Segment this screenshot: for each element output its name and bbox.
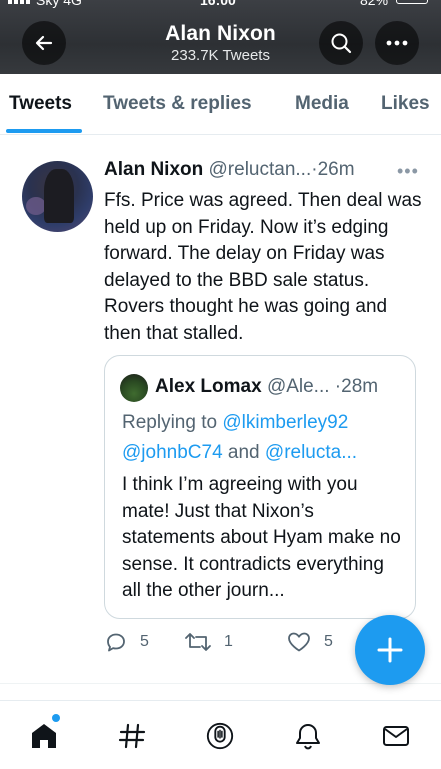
nav-explore[interactable]	[117, 719, 147, 753]
tweet-count: 233.7K Tweets	[171, 47, 270, 64]
clock: 16:00	[200, 0, 236, 8]
replying-prefix: Replying to	[122, 412, 218, 433]
tweet[interactable]: Alan Nixon @reluctan...·26m ••• Ffs. Pri…	[0, 135, 441, 683]
quoted-avatar	[120, 374, 148, 402]
nav-home[interactable]	[29, 719, 59, 753]
separator-dot: ·	[329, 376, 342, 397]
search-icon	[331, 33, 352, 54]
quoted-tweet-text: I think I’m agreeing with you mate! Just…	[122, 474, 401, 601]
compose-tweet-button[interactable]	[355, 615, 425, 685]
quoted-tweet-time: 28m	[341, 376, 379, 397]
nav-notifications[interactable]	[293, 719, 323, 753]
carrier-label: Sky 4G	[36, 0, 82, 8]
notifications-bell-icon	[296, 724, 320, 750]
heart-icon	[288, 632, 310, 652]
mention-link[interactable]: @relucta...	[265, 442, 357, 463]
messages-envelope-icon	[383, 726, 409, 746]
spaces-icon	[206, 722, 234, 750]
quoted-tweet[interactable]: Alex Lomax @Ale... ·28m Replying to @lki…	[104, 355, 416, 619]
tweet-menu-icon[interactable]: •••	[397, 161, 419, 182]
tweet-time: 26m	[317, 159, 355, 180]
bottom-navigation	[0, 700, 441, 769]
battery-percent: 82%	[360, 0, 389, 8]
tab-tweets[interactable]: Tweets	[9, 93, 72, 115]
author-handle: @reluctan...	[208, 159, 312, 180]
mention-link[interactable]: @johnbC74	[122, 442, 223, 463]
battery-icon	[396, 0, 428, 4]
retweet-button[interactable]: 1	[184, 629, 233, 655]
replying-conjunction: and	[227, 442, 260, 463]
like-count: 5	[324, 633, 333, 650]
explore-hashtag-icon	[118, 723, 146, 749]
avatar[interactable]	[22, 161, 93, 232]
tab-likes[interactable]: Likes	[381, 93, 430, 115]
divider	[0, 683, 441, 684]
more-horizontal-icon	[386, 40, 408, 46]
reply-count: 5	[140, 633, 149, 650]
quoted-author-name: Alex Lomax	[155, 376, 262, 397]
quoted-author-handle: @Ale...	[266, 376, 330, 397]
like-button[interactable]: 5	[286, 629, 333, 655]
status-bar: Sky 4G 16:00 82%	[0, 0, 441, 8]
profile-header: Sky 4G 16:00 82% Alan Nixon 233.7K Tweet…	[0, 0, 441, 74]
tab-tweets-and-replies[interactable]: Tweets & replies	[103, 93, 252, 115]
tab-media[interactable]: Media	[295, 93, 349, 115]
tweet-header: Alan Nixon @reluctan...·26m	[104, 159, 355, 181]
home-icon	[32, 724, 56, 748]
author-name[interactable]: Alan Nixon	[104, 159, 203, 180]
more-options-button[interactable]	[375, 21, 419, 65]
plus-icon	[377, 637, 403, 663]
quoted-tweet-header: Alex Lomax @Ale... ·28m	[155, 376, 378, 398]
home-notification-dot	[52, 714, 60, 722]
reply-button[interactable]: 5	[104, 629, 149, 655]
active-tab-indicator	[6, 129, 82, 133]
tweet-text: Ffs. Price was agreed. Then deal was hel…	[104, 190, 422, 344]
reply-icon	[107, 633, 125, 652]
nav-spaces[interactable]	[205, 719, 235, 753]
retweet-count: 1	[224, 633, 233, 650]
search-button[interactable]	[319, 21, 363, 65]
profile-tabs: Tweets Tweets & replies Media Likes	[0, 74, 441, 135]
retweet-icon	[185, 633, 211, 651]
replying-to: Replying to @lkimberley92 @johnbC74 and …	[122, 408, 402, 468]
mention-link[interactable]: @lkimberley92	[222, 412, 348, 433]
signal-icon	[8, 0, 32, 4]
nav-messages[interactable]	[381, 719, 411, 753]
